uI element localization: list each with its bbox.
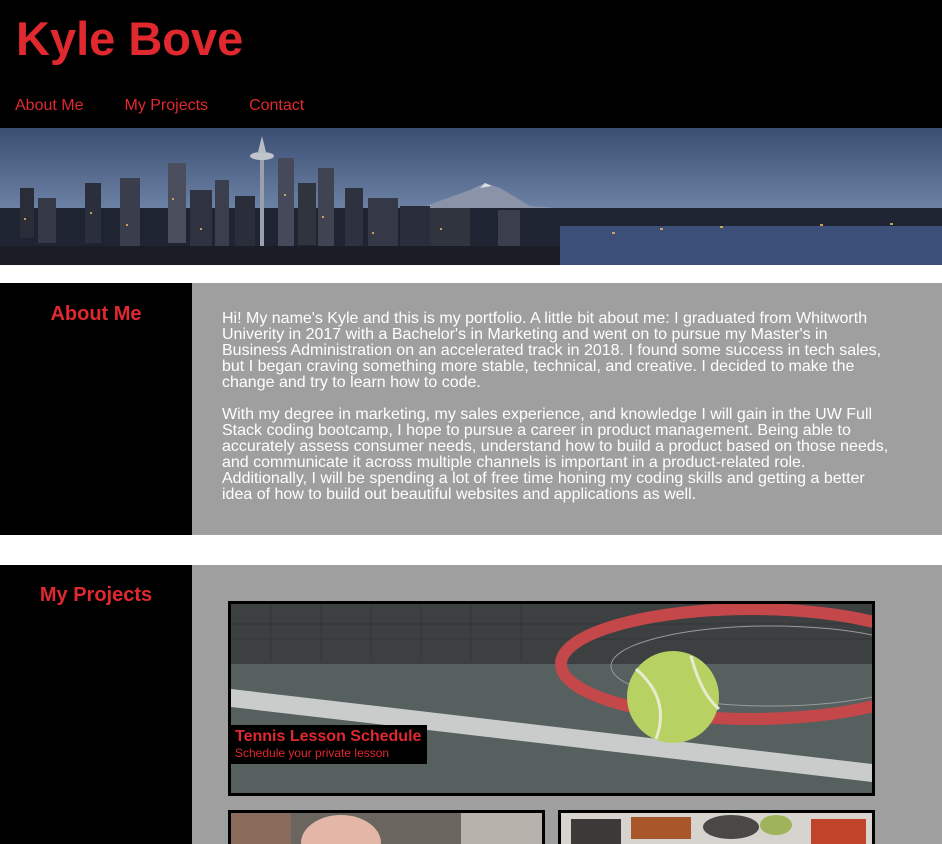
project-card-tennis[interactable]: Tennis Lesson Schedule Schedule your pri… — [228, 601, 875, 796]
about-paragraph-1: Hi! My name's Kyle and this is my portfo… — [222, 310, 882, 391]
about-me-sidebar: About Me — [0, 283, 192, 535]
project-caption: Tennis Lesson Schedule Schedule your pri… — [231, 725, 428, 764]
nav-link-about-me[interactable]: About Me — [15, 96, 83, 116]
site-header: Kyle Bove About Me My Projects Contact — [0, 0, 942, 128]
site-title: Kyle Bove — [16, 12, 244, 65]
nav-link-my-projects[interactable]: My Projects — [124, 96, 208, 116]
project-image-3 — [561, 813, 872, 844]
project-title: Tennis Lesson Schedule — [235, 728, 422, 745]
my-projects-content: Tennis Lesson Schedule Schedule your pri… — [192, 565, 942, 844]
nav-link-contact[interactable]: Contact — [249, 96, 304, 116]
about-me-heading: About Me — [50, 303, 142, 325]
project-card-2[interactable] — [228, 810, 545, 844]
project-card-3[interactable] — [558, 810, 875, 844]
city-skyline-banner — [0, 128, 942, 265]
project-image-2 — [231, 813, 542, 844]
tennis-image — [231, 604, 872, 793]
my-projects-heading: My Projects — [39, 584, 153, 606]
my-projects-sidebar: My Projects — [0, 565, 192, 844]
about-paragraph-2: With my degree in marketing, my sales ex… — [222, 406, 889, 503]
about-me-content: Hi! My name's Kyle and this is my portfo… — [192, 283, 942, 535]
project-subtitle: Schedule your private lesson — [235, 746, 390, 760]
main-nav: About Me My Projects Contact — [15, 96, 345, 116]
